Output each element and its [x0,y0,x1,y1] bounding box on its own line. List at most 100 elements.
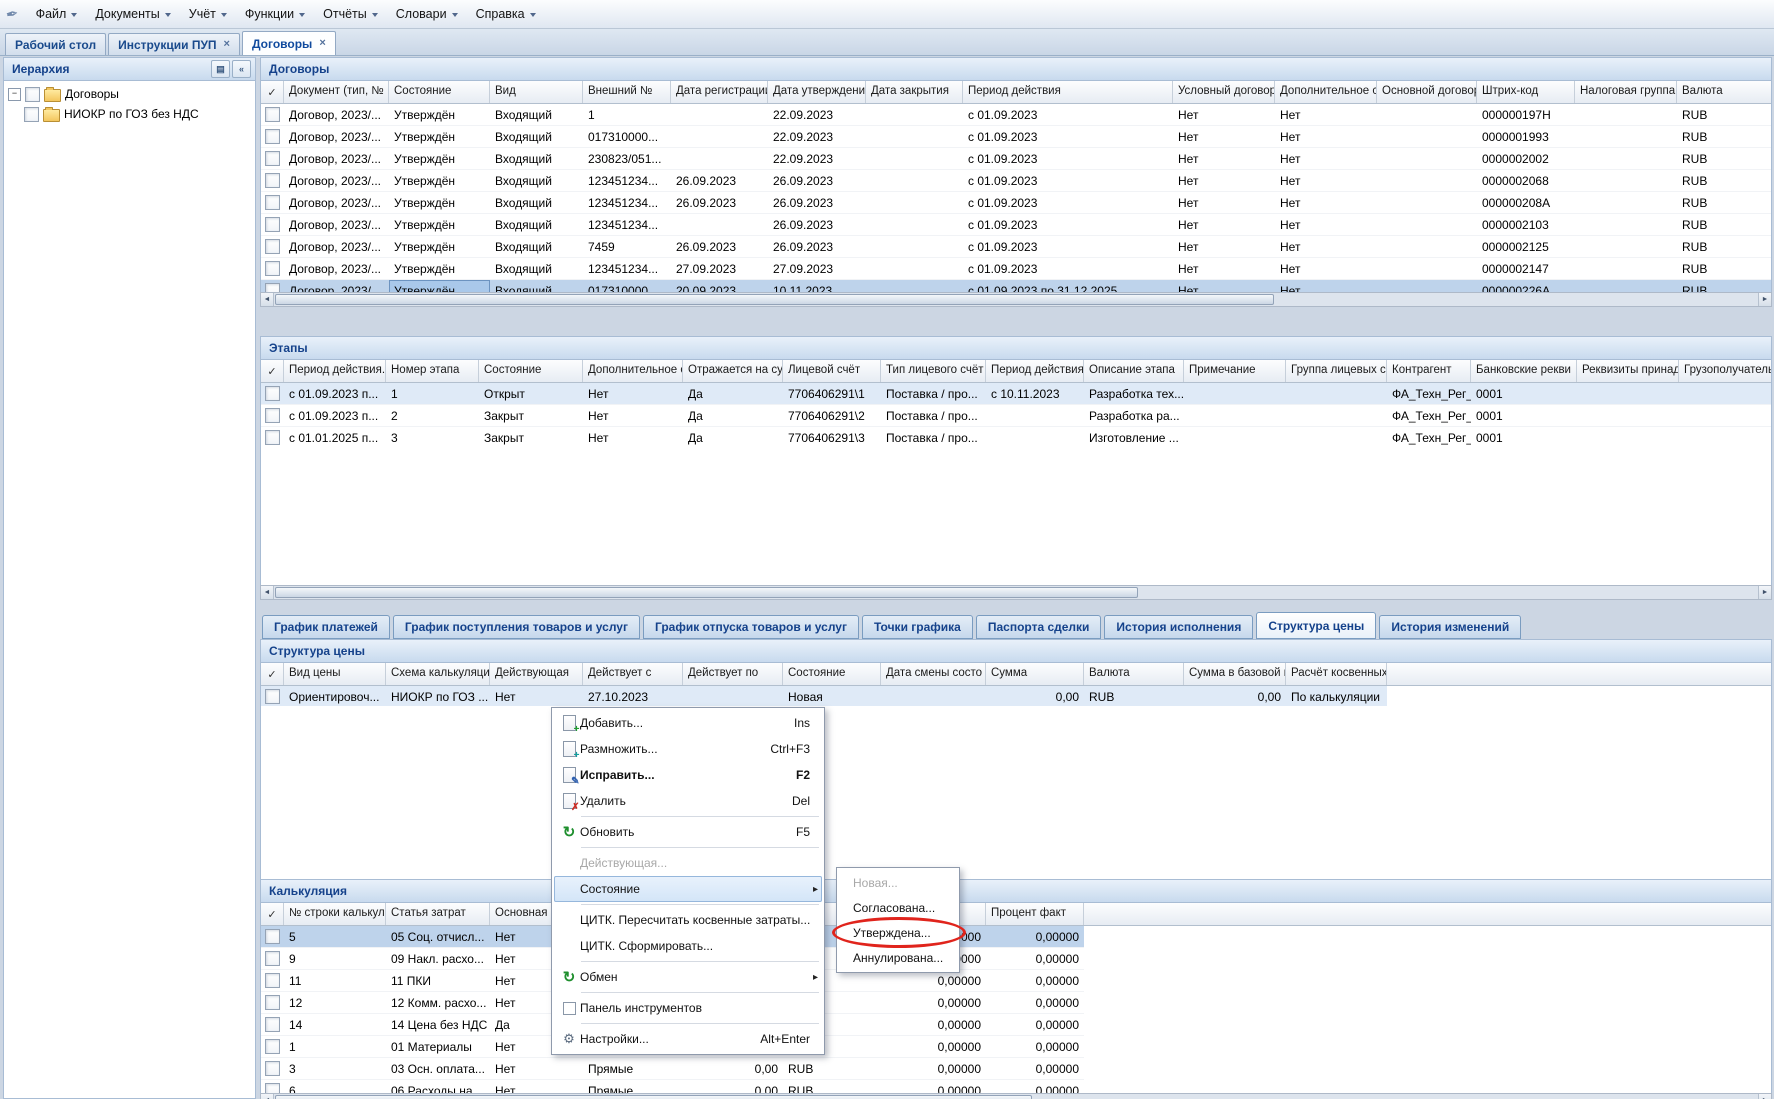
column-header[interactable]: Схема калькуляци [386,663,490,685]
column-header[interactable]: Вид цены [284,663,386,685]
row-checkbox[interactable] [265,1083,280,1093]
row-checkbox[interactable] [265,239,280,254]
column-header[interactable]: Контрагент [1387,360,1471,382]
select-all-header[interactable]: ✓ [261,903,284,925]
column-header[interactable]: Действует с [583,663,683,685]
menu-item-citk-form[interactable]: ЦИТК. Сформировать... [554,933,822,959]
menu-item-exchange[interactable]: ↻Обмен▸ [554,964,822,990]
column-header[interactable]: Дополнительное с [583,360,683,382]
menu-item-edit[interactable]: ✎Исправить...F2 [554,762,822,788]
row-checkbox[interactable] [265,689,280,704]
select-all-header[interactable]: ✓ [261,663,284,685]
menu-item-add[interactable]: +Добавить...Ins [554,710,822,736]
row-checkbox[interactable] [265,1017,280,1032]
menubar-item-2[interactable]: Учёт [180,3,236,25]
scroll-left-arrow[interactable]: ◄ [261,293,274,306]
hierarchy-view-button[interactable]: ▤ [211,60,230,78]
column-header[interactable]: Валюта [1677,81,1772,103]
column-header[interactable]: Лицевой счёт [783,360,881,382]
document-tab-2[interactable]: Договоры× [242,31,336,55]
detail-tab-5[interactable]: История исполнения [1104,615,1253,639]
detail-tab-2[interactable]: График отпуска товаров и услуг [643,615,859,639]
menu-item-state[interactable]: Состояние▸ [554,876,822,902]
menu-item-annulled[interactable]: Аннулирована... [839,945,957,970]
table-row[interactable]: Договор, 2023/...УтверждёнВходящий017310… [261,280,1772,292]
scroll-right-arrow[interactable]: ► [1758,1094,1771,1099]
column-header[interactable]: Дата утверждения [768,81,866,103]
menubar-item-4[interactable]: Отчёты [314,3,387,25]
detail-tab-6[interactable]: Структура цены [1256,612,1376,639]
column-header[interactable]: Налоговая группа [1575,81,1677,103]
row-checkbox[interactable] [265,929,280,944]
detail-tab-4[interactable]: Паспорта сделки [976,615,1102,639]
menu-item-duplicate[interactable]: +Размножить...Ctrl+F3 [554,736,822,762]
scroll-right-arrow[interactable]: ► [1758,293,1771,306]
row-checkbox[interactable] [265,951,280,966]
row-checkbox[interactable] [265,1061,280,1076]
column-header[interactable]: Состояние [479,360,583,382]
row-checkbox[interactable] [265,430,280,445]
table-row[interactable]: Договор, 2023/...УтверждёнВходящий123451… [261,170,1772,192]
column-header[interactable]: Дата регистрации [671,81,768,103]
menubar-item-5[interactable]: Словари [387,3,467,25]
column-header[interactable]: Период действия.. [284,360,386,382]
column-header[interactable]: Дата смены состо [881,663,986,685]
menubar-item-1[interactable]: Документы [86,3,179,25]
scroll-left-arrow[interactable]: ◄ [261,586,274,599]
column-header[interactable]: Основной договор [1377,81,1477,103]
row-checkbox[interactable] [265,283,280,292]
column-header[interactable]: Период действия [963,81,1173,103]
scroll-thumb[interactable] [275,1095,1032,1099]
column-header[interactable]: Номер этапа [386,360,479,382]
row-checkbox[interactable] [265,173,280,188]
row-checkbox[interactable] [265,995,280,1010]
expander-icon[interactable]: − [8,88,21,101]
column-header[interactable]: Описание этапа [1084,360,1184,382]
close-icon[interactable]: × [224,39,230,50]
scroll-thumb[interactable] [275,587,1138,598]
table-row[interactable]: Договор, 2023/...УтверждёнВходящий745926… [261,236,1772,258]
table-row[interactable]: 303 Осн. оплата...НетПрямые0,00RUB0,0000… [261,1058,1084,1080]
column-header[interactable]: Отражается на су [683,360,783,382]
column-header[interactable]: Процент факт [986,903,1084,925]
table-row[interactable]: Договор, 2023/...УтверждёнВходящий123451… [261,258,1772,280]
row-checkbox[interactable] [265,195,280,210]
detail-tab-7[interactable]: История изменений [1379,615,1521,639]
table-row[interactable]: с 01.09.2023 п...2ЗакрытНетДа7706406291\… [261,405,1772,427]
column-header[interactable]: Примечание [1184,360,1286,382]
document-tab-0[interactable]: Рабочий стол [5,33,106,55]
menu-item-citk-recalc[interactable]: ЦИТК. Пересчитать косвенные затраты... [554,907,822,933]
row-checkbox[interactable] [265,151,280,166]
tree-item-0[interactable]: −Договоры [4,84,255,104]
row-checkbox[interactable] [265,107,280,122]
table-row[interactable]: Договор, 2023/...УтверждёнВходящий017310… [261,126,1772,148]
scroll-left-arrow[interactable]: ◄ [261,1094,274,1099]
column-header[interactable]: Вид [490,81,583,103]
table-row[interactable]: с 01.01.2025 п...3ЗакрытНетДа7706406291\… [261,427,1772,445]
column-header[interactable]: Сумма в базовой в [1184,663,1286,685]
column-header[interactable]: Валюта [1084,663,1184,685]
menu-item-approved[interactable]: Утверждена... [839,920,957,945]
tree-checkbox[interactable] [24,107,39,122]
table-row[interactable]: 606 Расходы на ...НетПрямые0,00RUB0,0000… [261,1080,1084,1093]
select-all-header[interactable]: ✓ [261,360,284,382]
column-header[interactable]: Состояние [389,81,490,103]
column-header[interactable]: Грузополучатель [1679,360,1772,382]
row-checkbox[interactable] [265,217,280,232]
menu-item-delete[interactable]: ✗УдалитьDel [554,788,822,814]
column-header[interactable]: Действует по [683,663,783,685]
row-checkbox[interactable] [265,408,280,423]
column-header[interactable]: Группа лицевых сч [1286,360,1387,382]
tree-checkbox[interactable] [25,87,40,102]
column-header[interactable]: Банковские рекви [1471,360,1577,382]
column-header[interactable]: № строки калькул [284,903,386,925]
row-checkbox[interactable] [265,261,280,276]
scroll-thumb[interactable] [275,294,1274,305]
table-row[interactable]: Договор, 2023/...УтверждёнВходящий230823… [261,148,1772,170]
table-row[interactable]: с 01.09.2023 п...1ОткрытНетДа7706406291\… [261,383,1772,405]
close-icon[interactable]: × [319,38,325,49]
column-header[interactable]: Сумма [986,663,1084,685]
document-tab-1[interactable]: Инструкции ПУП× [108,33,240,55]
detail-tab-3[interactable]: Точки графика [862,615,973,639]
menu-item-refresh[interactable]: ↻ОбновитьF5 [554,819,822,845]
